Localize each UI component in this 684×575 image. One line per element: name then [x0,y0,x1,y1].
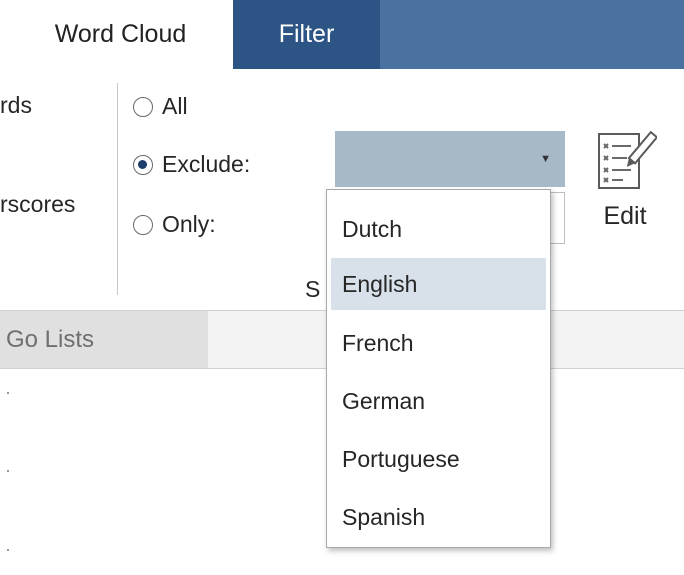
radio-all-label: All [162,93,188,119]
edit-stopwords-button[interactable]: Edit [585,120,665,245]
radio-only[interactable]: Only: [133,211,216,238]
dropdown-arrow-icon[interactable]: ▼ [540,153,551,165]
stopwords-group-label: S [305,276,321,302]
dropdown-option-english[interactable]: English [331,258,546,310]
dropdown-option-french[interactable]: French [331,317,546,369]
dropdown-option-dutch[interactable]: Dutch [331,203,546,255]
radio-exclude-circle[interactable] [133,154,153,175]
underscores-option-label[interactable]: rscores [0,191,75,218]
list-item-marker [7,549,9,551]
radio-only-label: Only: [162,211,216,237]
tab-go-lists[interactable]: Go Lists [0,311,208,368]
radio-exclude-label: Exclude: [162,151,251,177]
dropdown-option-portuguese[interactable]: Portuguese [331,433,546,485]
exclude-language-combobox[interactable]: ▼ [335,131,565,187]
dropdown-option-german[interactable]: German [331,375,546,427]
list-item-marker [7,470,9,472]
edit-button-label: Edit [603,202,647,230]
tab-filter[interactable]: Filter [233,0,380,69]
radio-only-circle[interactable] [133,214,153,235]
ribbon-tab-bar: Word Cloud Filter [0,0,684,69]
radio-all-circle[interactable] [133,96,153,117]
words-option-label[interactable]: rds [0,92,32,119]
tab-word-cloud[interactable]: Word Cloud [8,0,233,69]
radio-all[interactable]: All [133,93,188,120]
edit-list-icon [593,126,659,201]
language-dropdown-list[interactable]: Dutch English French German Portuguese S… [326,189,551,548]
list-item-marker [7,392,9,394]
dropdown-option-spanish[interactable]: Spanish [331,491,546,543]
group-divider [117,83,118,295]
radio-exclude[interactable]: Exclude: [133,151,250,178]
